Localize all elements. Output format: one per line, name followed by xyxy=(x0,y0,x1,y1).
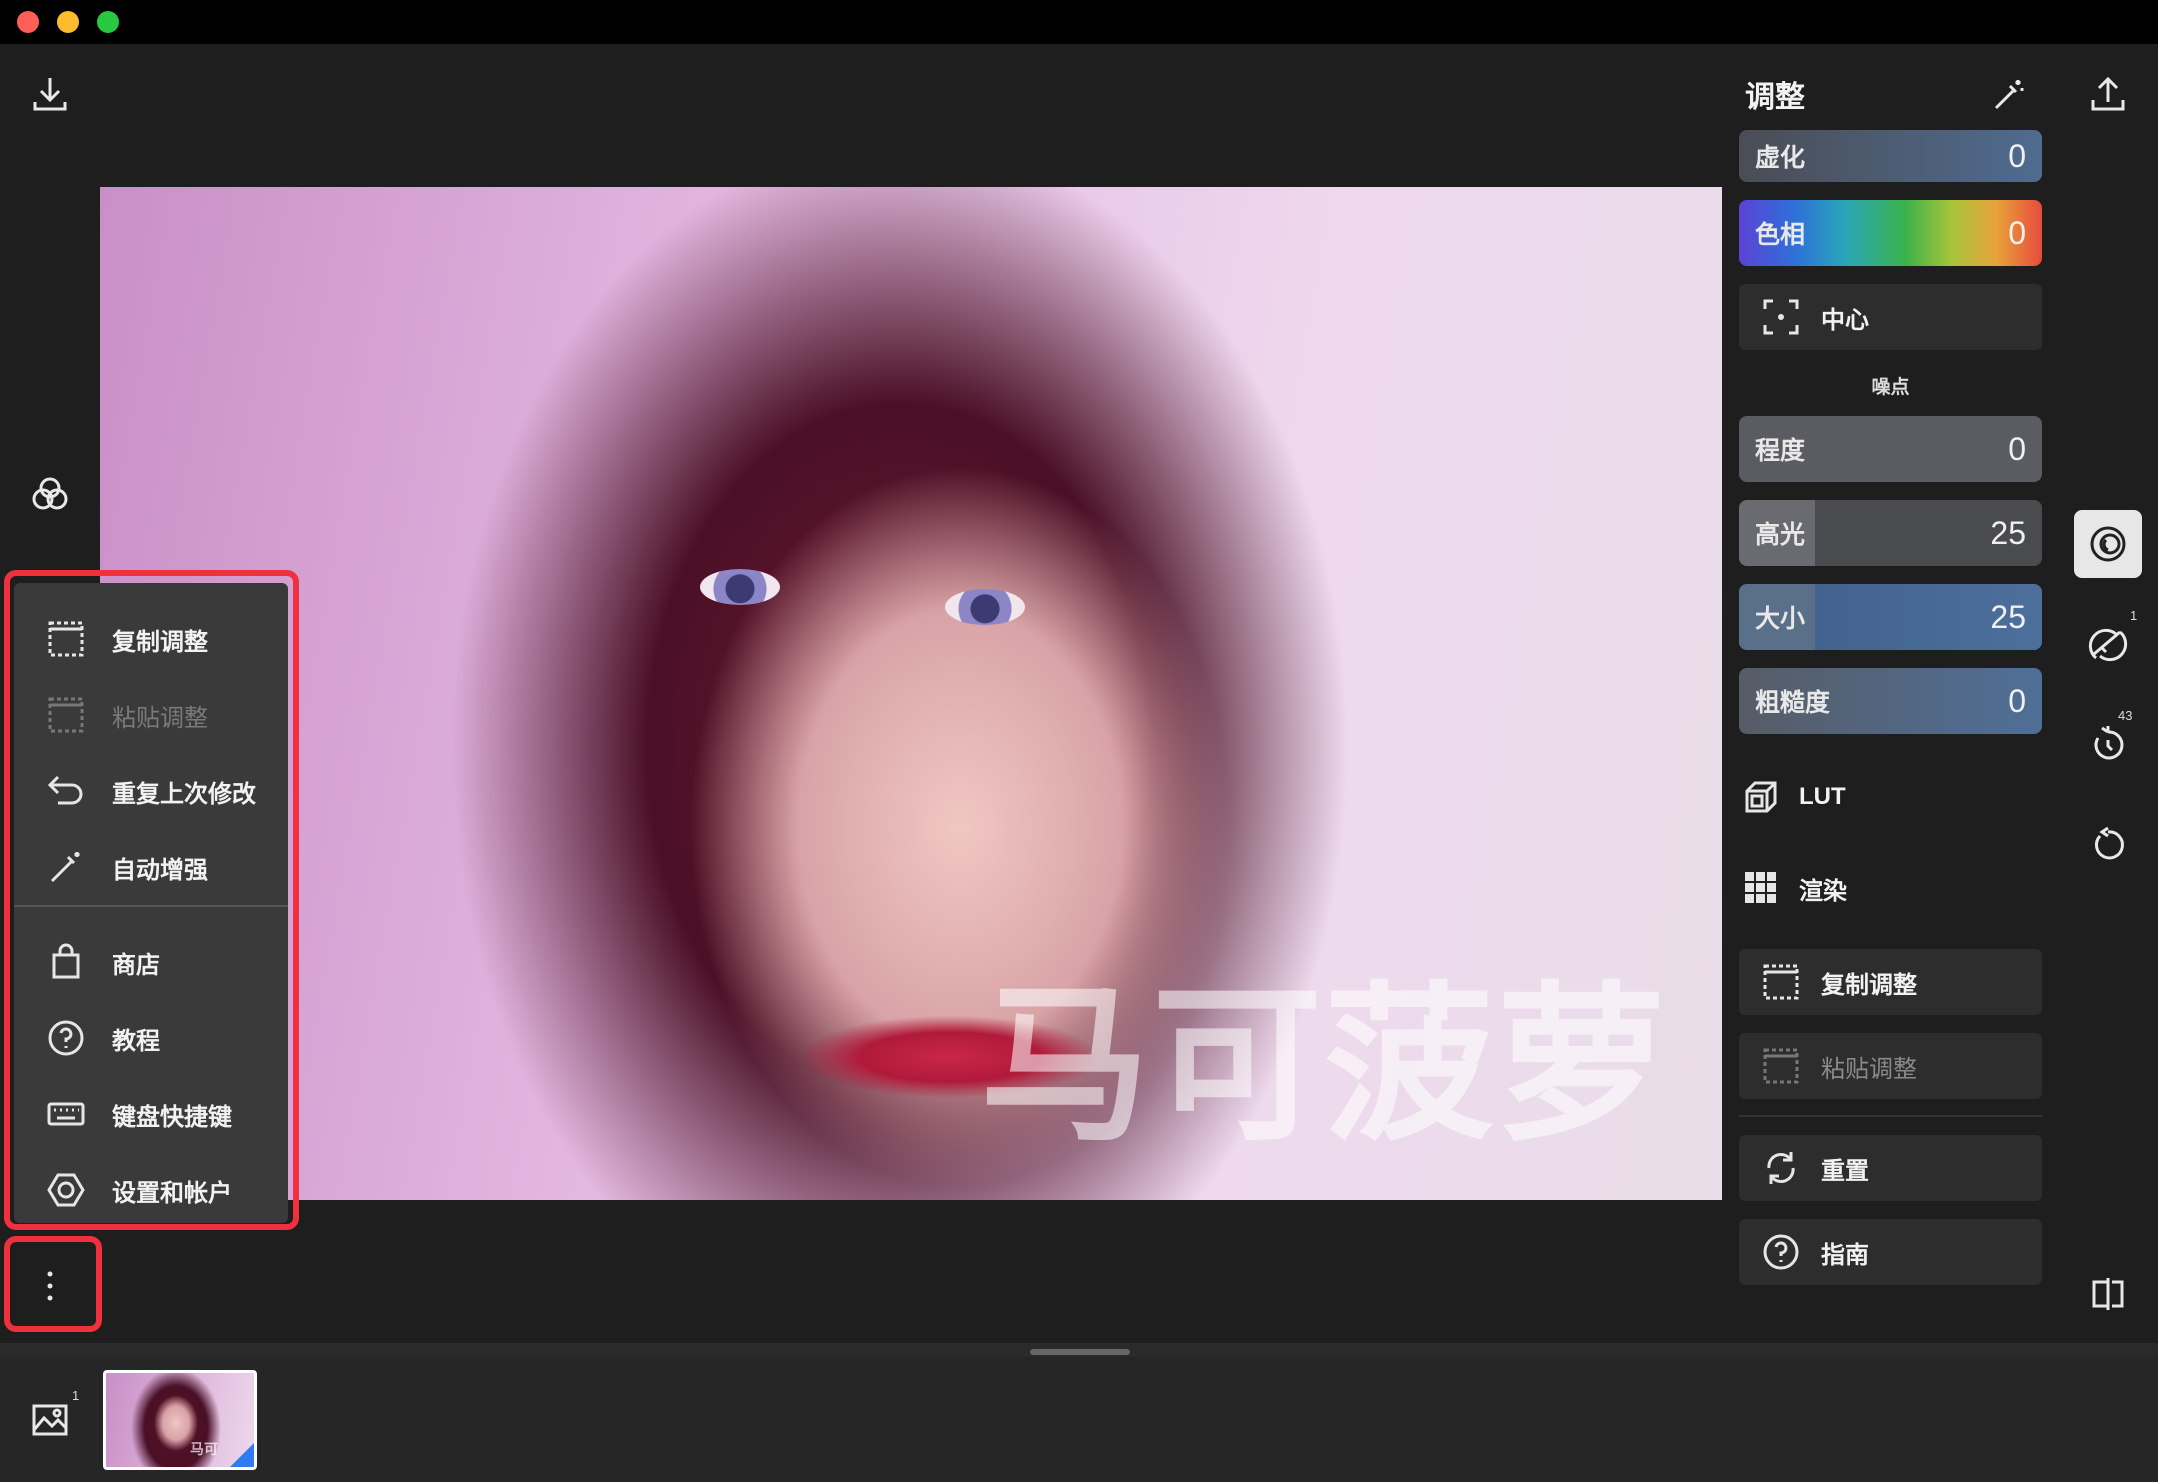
heal-icon[interactable] xyxy=(2084,620,2132,668)
slider-label: 程度 xyxy=(1755,437,1806,465)
noise-size-slider[interactable]: 大小 25 xyxy=(1739,584,2042,650)
history-icon[interactable] xyxy=(2084,720,2132,768)
render-label: 渲染 xyxy=(1799,877,1847,905)
adjust-tool-button[interactable] xyxy=(2074,510,2142,578)
photo-canvas[interactable]: 马可菠萝 xyxy=(100,187,1722,1200)
slider-value: 25 xyxy=(1990,514,2026,551)
rotate-icon[interactable] xyxy=(2084,820,2132,868)
button-label: 指南 xyxy=(1821,1241,1869,1269)
focus-center-icon xyxy=(1759,295,1803,339)
zoom-window-button[interactable] xyxy=(97,11,119,33)
image-gallery-icon[interactable] xyxy=(26,1396,74,1444)
question-circle-icon xyxy=(1759,1230,1803,1274)
guide-button[interactable]: 指南 xyxy=(1739,1219,2042,1285)
noise-section-label: 噪点 xyxy=(1871,377,1910,398)
minimize-window-button[interactable] xyxy=(57,11,79,33)
lut-section[interactable]: LUT xyxy=(1739,769,1846,825)
button-label: 重置 xyxy=(1821,1157,1869,1185)
share-upload-icon[interactable] xyxy=(2084,70,2132,118)
history-badge: 43 xyxy=(2118,708,2133,723)
button-label: 复制调整 xyxy=(1821,971,1917,999)
slider-value: 25 xyxy=(1990,598,2026,635)
noise-roughness-slider[interactable]: 粗糙度 0 xyxy=(1739,668,2042,734)
slider-label: 色相 xyxy=(1755,221,1806,249)
reset-button[interactable]: 重置 xyxy=(1739,1135,2042,1201)
image-count-badge: 1 xyxy=(72,1388,80,1403)
slider-label: 大小 xyxy=(1755,605,1806,633)
lut-cube-icon xyxy=(1739,775,1783,819)
heal-badge: 1 xyxy=(2130,608,2138,623)
blur-slider[interactable]: 虚化 0 xyxy=(1739,130,2042,182)
center-label: 中心 xyxy=(1821,306,1869,334)
photo-watermark: 马可菠萝 xyxy=(980,967,1669,1165)
copy-adjustments-button[interactable]: 复制调整 xyxy=(1739,949,2042,1015)
photo-eye-left xyxy=(700,569,780,605)
copy-adjust-icon xyxy=(1759,960,1803,1004)
more-vertical-icon[interactable] xyxy=(26,1262,74,1310)
slider-label: 高光 xyxy=(1755,521,1806,549)
filmstrip-resize-handle[interactable] xyxy=(1030,1349,1130,1355)
photo-thumbnail[interactable]: 马可 xyxy=(103,1370,257,1470)
panel-divider xyxy=(1739,1115,2042,1117)
slider-label: 粗糙度 xyxy=(1755,689,1831,717)
compare-split-icon[interactable] xyxy=(2084,1270,2132,1318)
slider-value: 0 xyxy=(2008,682,2026,719)
magic-wand-icon[interactable] xyxy=(1986,72,2030,116)
menu-highlight-outline xyxy=(4,570,299,1230)
render-section[interactable]: 渲染 xyxy=(1739,860,1847,916)
slider-value: 0 xyxy=(2008,214,2026,251)
hue-slider[interactable]: 色相 0 xyxy=(1739,200,2042,266)
paste-adjustments-button[interactable]: 粘贴调整 xyxy=(1739,1033,2042,1099)
slider-value: 0 xyxy=(2008,430,2026,467)
paste-adjust-icon xyxy=(1759,1044,1803,1088)
title-bar xyxy=(0,0,2158,44)
noise-highlights-slider[interactable]: 高光 25 xyxy=(1739,500,2042,566)
thumbnail-watermark: 马可 xyxy=(190,1441,218,1457)
panel-title: 调整 xyxy=(1745,81,1805,114)
lut-label: LUT xyxy=(1799,783,1846,810)
close-window-button[interactable] xyxy=(17,11,39,33)
edited-corner-marker xyxy=(230,1443,254,1467)
noise-amount-slider[interactable]: 程度 0 xyxy=(1739,416,2042,482)
photo-eye-right xyxy=(945,589,1025,625)
download-icon[interactable] xyxy=(26,70,74,118)
slider-label: 虚化 xyxy=(1755,144,1806,172)
grid-icon xyxy=(1739,866,1783,910)
slider-value: 0 xyxy=(2008,137,2026,174)
filmstrip xyxy=(0,1357,2158,1482)
center-button[interactable]: 中心 xyxy=(1739,284,2042,350)
app-window: 调整 马可菠萝 复制调整 粘贴调整 重复上次修改 自动增强 商店 教程 键盘快捷… xyxy=(0,0,2158,1482)
color-circles-icon[interactable] xyxy=(26,470,74,518)
reset-arrows-icon xyxy=(1759,1146,1803,1190)
button-label: 粘贴调整 xyxy=(1821,1055,1917,1083)
